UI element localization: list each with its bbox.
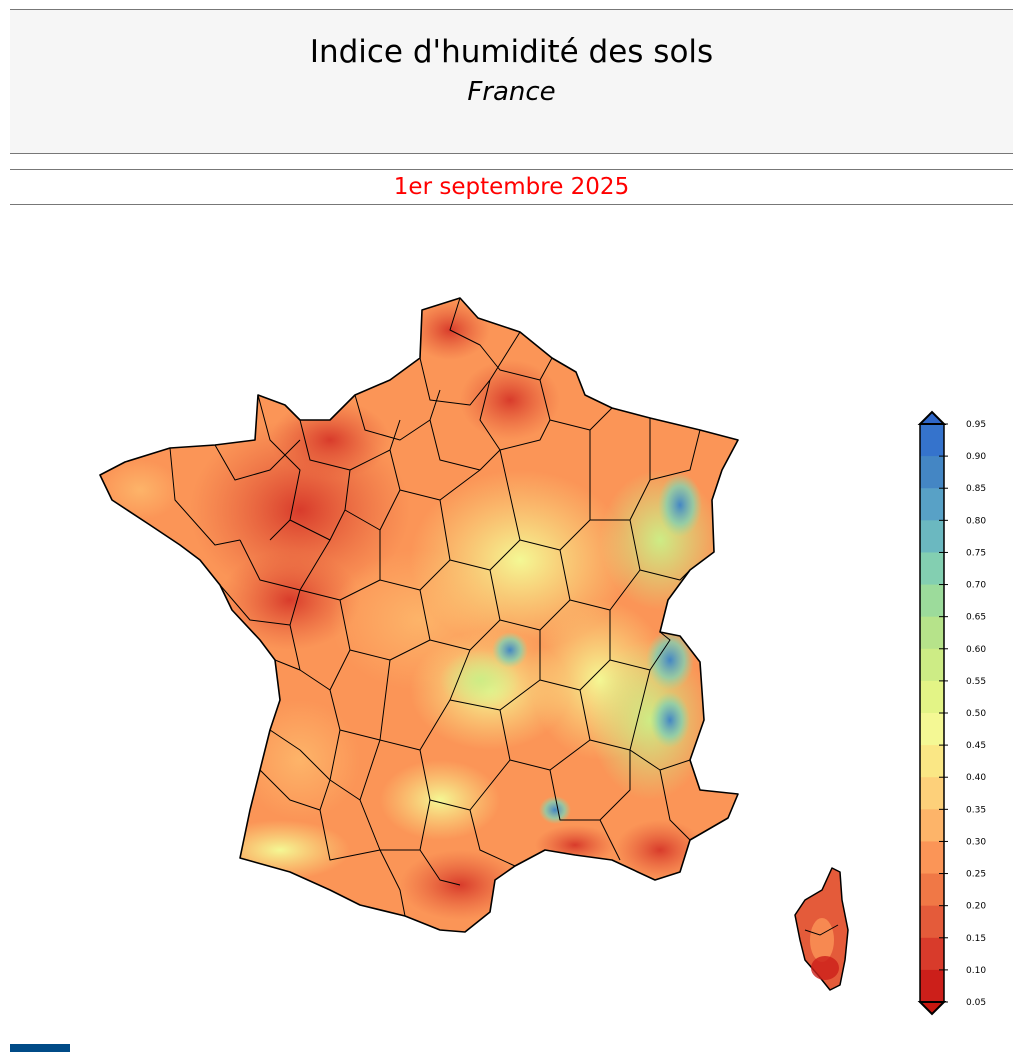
colorbar-ticks: 0.95 0.90 0.85 0.80 0.75 0.70 0.65 0.60 0.55 0.50… (939, 420, 986, 1008)
colorbar-tick-label: 0.15 (966, 934, 986, 944)
colorbar-tick-label: 0.70 (966, 581, 986, 591)
colorbar-swatch (920, 552, 944, 586)
colorbar-swatch (920, 520, 944, 553)
colorbar-swatch (920, 456, 944, 489)
colorbar-tick-label: 0.25 (966, 870, 986, 880)
colorbar-swatch (920, 616, 944, 650)
colorbar-tick-label: 0.90 (966, 452, 986, 462)
colorbar-swatch (920, 745, 944, 778)
colorbar-swatch (920, 424, 944, 457)
colorbar-swatch (920, 905, 944, 939)
colorbar-swatch (920, 584, 944, 618)
colorbar-over-arrow (917, 410, 947, 425)
colorbar-tick-label: 0.85 (966, 484, 986, 494)
colorbar-swatch (920, 648, 944, 682)
colorbar-tick-label: 0.65 (966, 613, 986, 623)
colorbar-tick-label: 0.55 (966, 677, 986, 687)
colorbar-swatch (920, 937, 944, 971)
colorbar-tick-label: 0.75 (966, 548, 986, 558)
colorbar-under-arrow (917, 1001, 947, 1016)
colorbar-swatch (920, 713, 944, 746)
france-mainland-map (99, 297, 739, 933)
colorbar-tick-label: 0.95 (966, 420, 986, 430)
colorbar-swatch (920, 488, 944, 521)
corsica-map (794, 867, 849, 991)
colorbar-tick-label: 0.10 (966, 966, 986, 976)
colorbar-tick-label: 0.35 (966, 805, 986, 815)
colorbar-tick-label: 0.05 (966, 998, 986, 1008)
colorbar-tick-label: 0.60 (966, 645, 986, 655)
colorbar-swatch (920, 969, 944, 1003)
colorbar-tick-label: 0.40 (966, 773, 986, 783)
colorbar-swatch (920, 809, 944, 842)
colorbar-legend: 0.95 0.90 0.85 0.80 0.75 0.70 0.65 0.60 0.55 0.50… (917, 410, 986, 1016)
colorbar-tick-label: 0.20 (966, 902, 986, 912)
colorbar-tick-label: 0.45 (966, 741, 986, 751)
map-canvas: 0.95 0.90 0.85 0.80 0.75 0.70 0.65 0.60 0.55 0.50… (99, 297, 986, 1016)
brand-bar (10, 1044, 70, 1052)
colorbar-swatch (920, 873, 944, 907)
colorbar-swatch (920, 841, 944, 875)
colorbar-tick-label: 0.80 (966, 516, 986, 526)
colorbar-tick-label: 0.30 (966, 837, 986, 847)
colorbar-swatch (920, 777, 944, 810)
colorbar-tick-label: 0.50 (966, 709, 986, 719)
colorbar-swatch (920, 680, 944, 714)
